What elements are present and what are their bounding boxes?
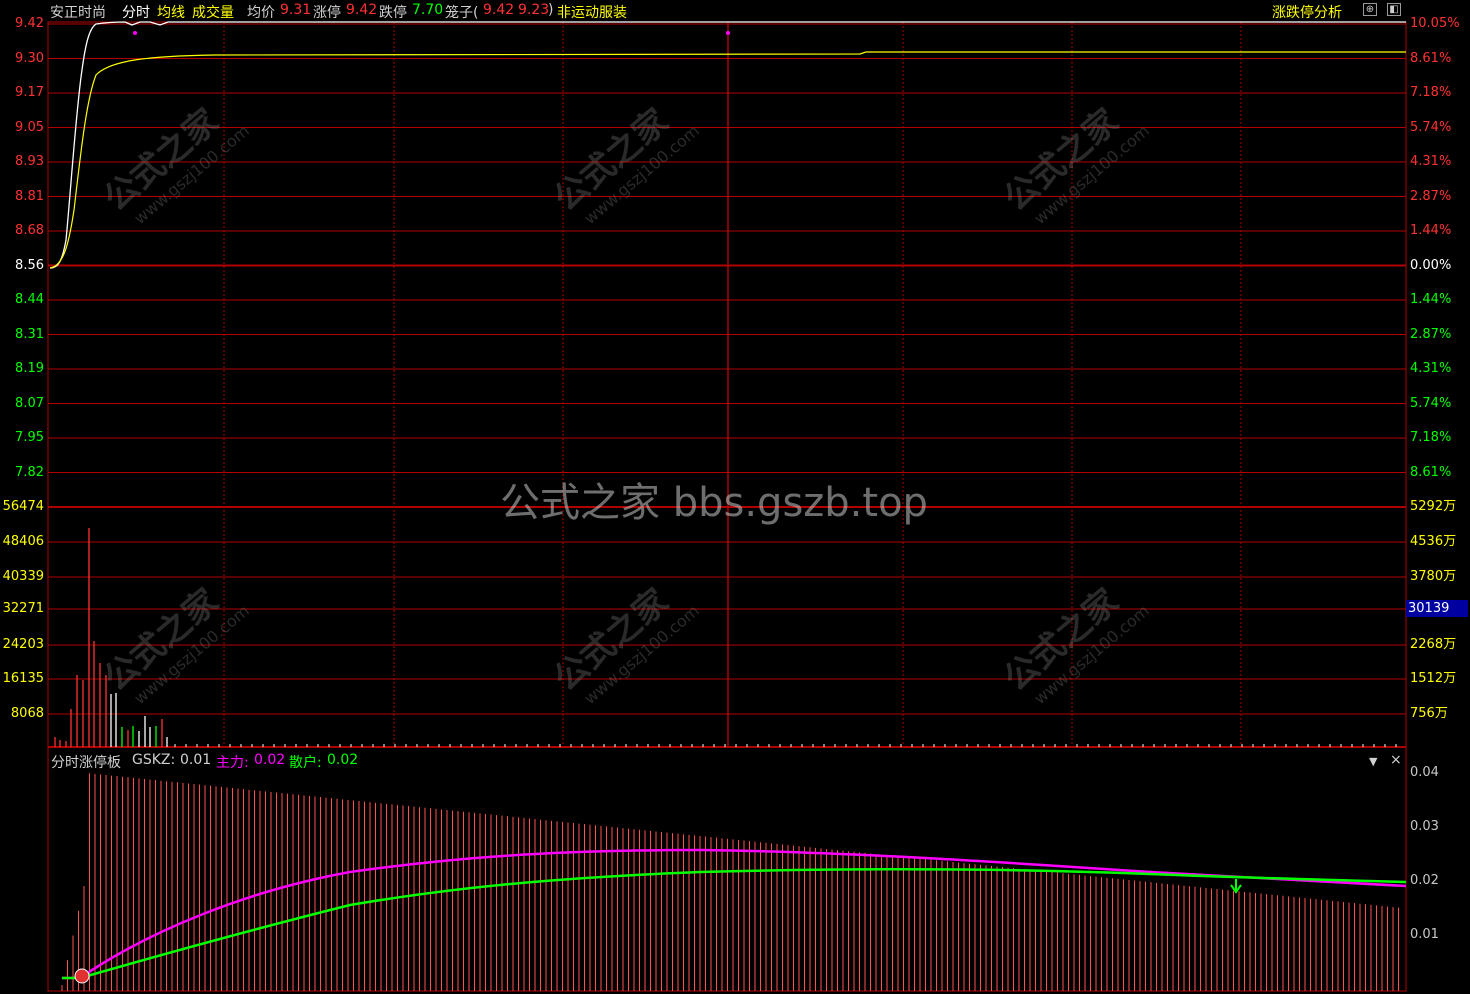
main-force-line bbox=[62, 848, 1407, 980]
price-axis-label: 8.93 bbox=[15, 154, 44, 169]
amount-axis-label: 4536万 bbox=[1410, 534, 1457, 549]
close-icon[interactable]: × bbox=[1390, 752, 1402, 768]
indicator-axis-label: 0.03 bbox=[1410, 819, 1439, 834]
main-force-label: 主力: bbox=[216, 755, 249, 771]
amount-axis-label: 3780万 bbox=[1410, 569, 1457, 584]
chevron-down-icon[interactable]: ▼ bbox=[1369, 755, 1377, 768]
signal-icon bbox=[74, 968, 90, 984]
indicator-title: 分时涨停板 bbox=[51, 755, 121, 771]
percent-axis-label: 7.18% bbox=[1410, 85, 1452, 100]
percent-axis-label: 8.61% bbox=[1410, 464, 1452, 480]
volume-axis-label: 32271 bbox=[2, 601, 44, 616]
marker-dot bbox=[726, 31, 730, 35]
main-force-value: 0.02 bbox=[254, 752, 286, 768]
volume-axis-label: 56474 bbox=[2, 499, 44, 514]
retail-label: 散户: bbox=[289, 755, 322, 771]
price-axis-label: 8.56 bbox=[15, 257, 44, 273]
price-axis-label: 8.68 bbox=[15, 223, 44, 238]
percent-axis-label: 5.74% bbox=[1410, 395, 1452, 411]
percent-axis-label: 2.87% bbox=[1410, 326, 1452, 342]
indicator-axis-label: 0.02 bbox=[1410, 873, 1439, 888]
price-axis-label: 9.05 bbox=[15, 119, 44, 135]
percent-axis-label: 4.31% bbox=[1410, 154, 1452, 169]
marker-dot bbox=[133, 31, 137, 35]
gskz-label: GSKZ: bbox=[132, 752, 176, 768]
percent-axis-label: 1.44% bbox=[1410, 223, 1452, 238]
percent-axis-label: 2.87% bbox=[1410, 188, 1452, 204]
price-axis-label: 9.17 bbox=[15, 85, 44, 100]
down-arrow-icon bbox=[1230, 879, 1242, 894]
percent-axis-label: 7.18% bbox=[1410, 430, 1452, 445]
price-axis-label: 8.07 bbox=[15, 395, 44, 411]
price-axis-label: 8.31 bbox=[15, 326, 44, 342]
volume-axis-label: 40339 bbox=[2, 569, 44, 584]
percent-axis-label: 5.74% bbox=[1410, 119, 1452, 135]
price-axis-label: 7.82 bbox=[15, 464, 44, 480]
price-axis-label: 7.95 bbox=[15, 430, 44, 445]
volume-axis-label: 48406 bbox=[2, 534, 44, 549]
retail-value: 0.02 bbox=[327, 752, 359, 768]
percent-axis-label: 4.31% bbox=[1410, 361, 1452, 376]
price-axis-label: 9.42 bbox=[15, 16, 44, 31]
price-axis-label: 8.19 bbox=[15, 361, 44, 376]
price-axis-label: 9.30 bbox=[15, 50, 44, 66]
volume-axis-label: 8068 bbox=[10, 706, 44, 721]
price-axis-label: 8.44 bbox=[15, 292, 44, 307]
gskz-value: 0.01 bbox=[180, 752, 212, 768]
volume-axis-label: 24203 bbox=[2, 637, 44, 652]
percent-axis-label: 1.44% bbox=[1410, 292, 1452, 307]
volume-axis-label: 16135 bbox=[2, 671, 44, 686]
amount-axis-label: 2268万 bbox=[1410, 637, 1457, 652]
price-axis-label: 8.81 bbox=[15, 188, 44, 204]
indicator-axis-label: 0.01 bbox=[1410, 927, 1439, 942]
percent-axis-label: 10.05% bbox=[1410, 16, 1460, 31]
percent-axis-label: 0.00% bbox=[1410, 257, 1452, 273]
amount-axis-label: 1512万 bbox=[1410, 671, 1457, 686]
indicator-axis-label: 0.04 bbox=[1410, 765, 1439, 780]
volume-current-badge: 30139 bbox=[1406, 600, 1468, 617]
amount-axis-label: 756万 bbox=[1410, 706, 1448, 721]
watermark-center: 公式之家 bbs.gszb.top bbox=[500, 480, 928, 526]
amount-axis-label: 5292万 bbox=[1410, 499, 1457, 514]
retail-line bbox=[62, 867, 1407, 980]
percent-axis-label: 8.61% bbox=[1410, 50, 1452, 66]
